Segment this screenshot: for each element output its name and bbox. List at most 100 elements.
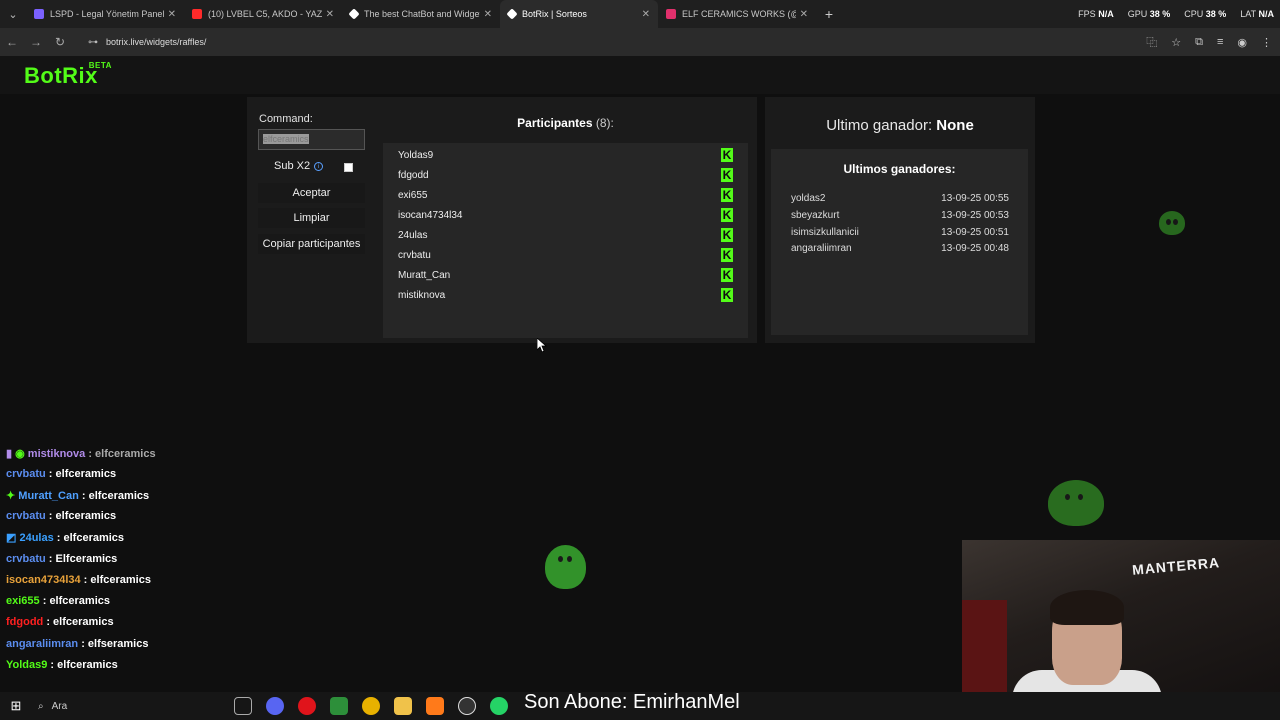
participants-list: Yoldas9 K fdgodd K exi655 K isocan4734l34 K …	[383, 143, 748, 338]
task-view-icon[interactable]	[234, 697, 252, 715]
app-header: BotRix BETA	[0, 56, 1280, 94]
chat-badge-icon: ◩	[6, 532, 17, 544]
chat-badge-icon: ✦	[6, 490, 16, 502]
copy-participants-button[interactable]: Copiar participantes	[258, 234, 365, 254]
discord-icon[interactable]	[266, 697, 284, 715]
browser-tab-strip: ⌄ LSPD - Legal Yönetim Paneli ✕ (10) LVB…	[0, 0, 1280, 28]
profile-icon[interactable]: ◉	[1237, 36, 1247, 49]
taskbar-apps	[234, 697, 508, 715]
sub-x2-row: Sub X2 i	[274, 160, 324, 172]
tab-search-icon[interactable]: ⌄	[0, 0, 26, 28]
participant-row: Muratt_Can K	[398, 268, 733, 282]
tab-close-icon[interactable]: ✕	[326, 9, 334, 20]
kick-icon: K	[721, 168, 733, 182]
chat-message: angaraliimran : elfseramics	[6, 638, 149, 650]
site-info-icon[interactable]: ⊶	[88, 37, 98, 48]
mouse-cursor-icon	[537, 338, 547, 352]
taskbar-search[interactable]: ⌕ Ara	[32, 692, 222, 720]
url-field[interactable]: ⊶ botrix.live/widgets/raffles/	[76, 31, 1096, 53]
paint-icon[interactable]	[426, 697, 444, 715]
tab-close-icon[interactable]: ✕	[168, 9, 176, 20]
participant-row: isocan4734l34 K	[398, 208, 733, 222]
tab-favicon-icon	[192, 9, 202, 19]
chat-message: crvbatu : Elfceramics	[6, 553, 118, 565]
participant-row: crvbatu K	[398, 248, 733, 262]
blob-mascot-icon	[1048, 480, 1104, 526]
clear-button[interactable]: Limpiar	[258, 208, 365, 228]
sub-x2-checkbox[interactable]	[344, 163, 353, 172]
participants-title: Participantes (8):	[517, 116, 614, 130]
last-winner: Ultimo ganador: None	[826, 117, 974, 134]
kick-icon: K	[721, 268, 733, 282]
app-icon[interactable]	[330, 697, 348, 715]
chat-message: exi655 : elfceramics	[6, 595, 110, 607]
menu-icon[interactable]: ⋮	[1261, 36, 1272, 49]
winner-row: angaraliimran 13-09-25 00:48	[791, 243, 1009, 254]
chat-badge-icon: ▮	[6, 448, 13, 460]
accept-button[interactable]: Aceptar	[258, 183, 365, 203]
kick-icon: K	[721, 188, 733, 202]
tab-favicon-icon	[348, 8, 360, 20]
tab-close-icon[interactable]: ✕	[800, 9, 808, 20]
forward-icon[interactable]: →	[24, 28, 48, 56]
tab-close-icon[interactable]: ✕	[484, 9, 492, 20]
kick-icon: K	[721, 148, 733, 162]
back-icon[interactable]: ←	[0, 28, 24, 56]
blob-mascot-icon	[545, 545, 586, 589]
participant-row: mistiknova K	[398, 288, 733, 302]
performance-overlay: FPS N/A GPU 38 % CPU 38 % LAT N/A	[1078, 9, 1274, 19]
tab-favicon-icon	[666, 9, 676, 19]
chat-message: ◩ 24ulas : elfceramics	[6, 532, 125, 544]
chat-message: isocan4734l34 : elfceramics	[6, 574, 151, 586]
folder-icon[interactable]	[394, 697, 412, 715]
chat-message: crvbatu : elfceramics	[6, 510, 117, 522]
chat-message: Yoldas9 : elfceramics	[6, 659, 118, 671]
command-label: Command:	[259, 113, 313, 125]
chat-message: crvbatu : elfceramics	[6, 468, 117, 480]
winner-row: isimsizkullanicii 13-09-25 00:51	[791, 227, 1009, 238]
toolbar-icons: ⿻ ☆ ⧉ ≡ ◉ ⋮	[1146, 28, 1272, 56]
browser-tab[interactable]: ELF CERAMICS WORKS (@elfc ✕	[658, 0, 816, 28]
winner-row: sbeyazkurt 13-09-25 00:53	[791, 210, 1009, 221]
info-icon[interactable]: i	[314, 161, 324, 171]
bookmark-star-icon[interactable]: ☆	[1171, 36, 1181, 49]
kick-icon: K	[721, 228, 733, 242]
command-input[interactable]: elfceramics	[258, 129, 365, 150]
translate-icon[interactable]: ⿻	[1146, 34, 1157, 50]
chat-message: fdgodd : elfceramics	[6, 616, 114, 628]
kick-icon: K	[721, 208, 733, 222]
search-icon: ⌕	[38, 700, 44, 712]
blob-mascot-icon	[1159, 211, 1185, 235]
browser-tab[interactable]: The best ChatBot and Widgets ✕	[342, 0, 500, 28]
browser-tab-active[interactable]: BotRix | Sorteos ✕	[500, 0, 658, 28]
participant-row: Yoldas9 K	[398, 148, 733, 162]
obs-icon[interactable]	[458, 697, 476, 715]
recent-winners-list: Ultimos ganadores: yoldas2 13-09-25 00:55…	[771, 149, 1028, 335]
streamer-hair	[1050, 590, 1124, 625]
participant-row: fdgodd K	[398, 168, 733, 182]
neon-sign: MANTERRA	[1131, 554, 1221, 578]
chat-message: ✦ Muratt_Can : elfceramics	[6, 490, 150, 502]
windows-start-icon[interactable]: ⊞	[0, 698, 32, 714]
chat-message: ▮ ◉ mistiknova : elfceramics	[6, 448, 156, 460]
address-bar-row: ← → ↻ ⊶ botrix.live/widgets/raffles/ ⿻ ☆…	[0, 28, 1280, 56]
tab-favicon-icon	[34, 9, 44, 19]
browser-tab[interactable]: LSPD - Legal Yönetim Paneli ✕	[26, 0, 184, 28]
browser-tab[interactable]: (10) LVBEL C5, AKDO - YAZ ✕	[184, 0, 342, 28]
reload-icon[interactable]: ↻	[48, 28, 72, 56]
tab-close-icon[interactable]: ✕	[642, 9, 650, 20]
verified-icon: ◉	[15, 448, 25, 460]
winner-row: yoldas2 13-09-25 00:55	[791, 193, 1009, 204]
sub-x2-label: Sub X2	[274, 160, 311, 172]
new-tab-button[interactable]: +	[816, 6, 842, 22]
kick-icon: K	[721, 248, 733, 262]
botrix-logo[interactable]: BotRix BETA	[24, 61, 111, 89]
recent-winners-title: Ultimos ganadores:	[843, 162, 956, 176]
kick-icon: K	[721, 288, 733, 302]
participant-row: 24ulas K	[398, 228, 733, 242]
chrome-icon[interactable]	[362, 697, 380, 715]
opera-icon[interactable]	[298, 697, 316, 715]
whatsapp-icon[interactable]	[490, 697, 508, 715]
extensions-icon[interactable]: ⧉	[1195, 36, 1203, 49]
reading-list-icon[interactable]: ≡	[1217, 36, 1223, 48]
